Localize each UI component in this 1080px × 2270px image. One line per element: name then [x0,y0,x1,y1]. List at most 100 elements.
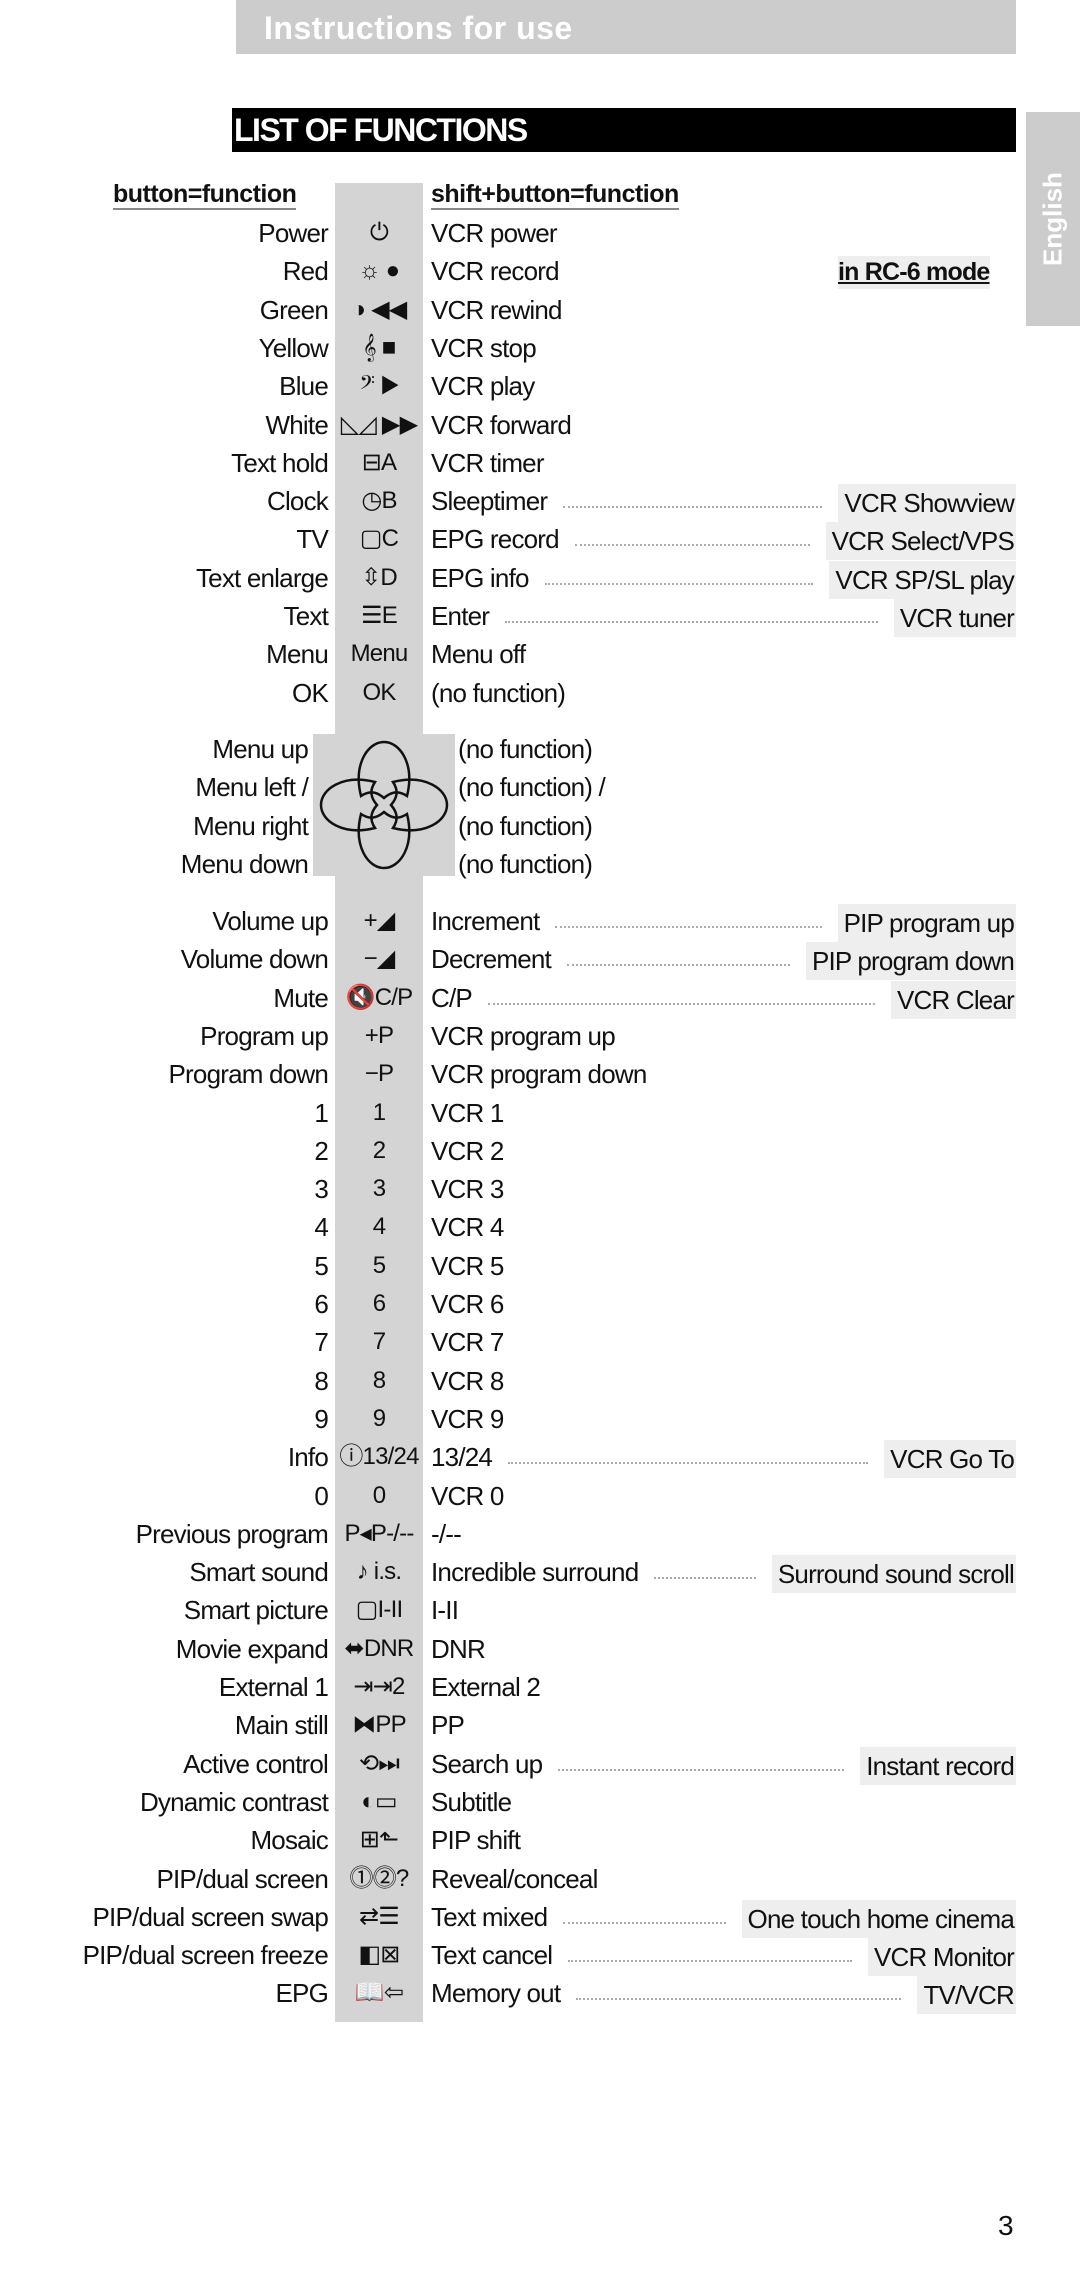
shift-function: VCR program down [431,1059,647,1090]
shift-function: (no function) [458,848,593,879]
colour-rewind-icon: ◑ ◀◀ [351,295,408,323]
shift-function: Search up [431,1748,543,1779]
dotted-leader [568,1960,852,1963]
button-label: 6 [314,1289,328,1319]
shift-function: Memory out [431,1978,561,2009]
pip-freeze-icon: ◧⊠ [358,1941,400,1969]
section-title-bar: LIST OF FUNCTIONS [232,108,1016,152]
ok-icon: OK [362,678,396,706]
digit-0-icon: 0 [372,1481,386,1509]
bass-play-icon: 𝄢 ▶ [359,372,400,400]
function-row: 9 9 VCR 9 [0,1400,1080,1438]
function-row: PIP/dual screen freeze ◧⊠ Text cancel VCR M… [0,1936,1080,1977]
function-row: Smart sound ♪ i.s. Incredible surround Surr… [0,1553,1080,1594]
dotted-leader [488,1002,875,1005]
shift-function: EPG record [431,524,560,555]
dotted-leader [563,1921,726,1924]
function-row: TV ▢C EPG record VCR Select/VPS [0,520,1080,561]
shift-function: C/P [431,982,473,1013]
shift-function: (no function) [431,677,566,708]
dotted-leader [545,582,813,585]
shift-function: (no function) / [458,772,606,803]
shift-function: 13/24 [431,1442,493,1473]
button-label: 0 [314,1480,328,1511]
function-row: Active control ⟲⏭ Search up Instant record [0,1745,1080,1785]
button-label: 2 [314,1135,328,1166]
digit-2-icon: 2 [372,1136,386,1164]
volume-up-icon: +◢ [363,907,396,934]
shift-function: VCR timer [431,447,545,478]
digit-5-icon: 5 [372,1251,386,1279]
page-number: 3 [998,2210,1014,2241]
function-row: External 1 ⇥⇥2 External 2 [0,1668,1080,1706]
mute-icon: 🔇C/P [345,983,414,1011]
rc6-function: VCR tuner [893,599,1016,637]
function-row: Text ☰E Enter VCR tuner [0,597,1080,637]
external-icon: ⇥⇥2 [353,1673,405,1700]
function-row: 4 4 VCR 4 [0,1208,1080,1246]
function-row: Program up +P VCR program up [0,1017,1080,1055]
function-row: Clock ◷B Sleeptimer VCR Showview [0,482,1080,523]
function-row: OK OK (no function) [0,674,1080,712]
main-still-icon: ⧓PP [352,1711,406,1739]
column-header-shift-function: shift+button=function [431,180,679,210]
dotted-leader [508,1462,868,1465]
rc6-function: VCR Go To [884,1440,1016,1479]
function-row: 7 7 VCR 7 [0,1323,1080,1361]
button-label: Smart sound [189,1557,328,1588]
digit-4-icon: 4 [372,1213,386,1241]
button-label: 3 [314,1174,328,1205]
dotted-leader [654,1577,756,1580]
function-row: PIP/dual screen ⓵⓶? Reveal/conceal [0,1860,1080,1898]
rc6-function: VCR Showview [838,484,1016,523]
function-row: Menu down (no function) [0,845,1080,883]
button-label: Power [258,218,328,248]
function-row: Power ⏻ VCR power [0,214,1080,252]
treble-stop-icon: 𝄞 ■ [362,333,397,361]
shift-function: (no function) [458,734,593,764]
shift-function: VCR 0 [431,1480,504,1511]
function-row: Smart picture ▢I-II I-II [0,1591,1080,1629]
shift-function: VCR 8 [431,1365,504,1396]
dotted-leader [505,621,878,623]
digit-7-icon: 7 [372,1328,386,1356]
digit-8-icon: 8 [372,1366,386,1394]
shift-function: Increment [431,906,540,936]
shift-function: VCR power [431,218,558,248]
button-label: TV [296,524,328,555]
button-label: Text hold [231,447,329,478]
text-icon: ☰E [361,602,398,629]
function-row: 8 8 VCR 8 [0,1362,1080,1400]
shift-function: VCR 5 [431,1250,504,1281]
dotted-leader [576,1998,901,2001]
function-row: Volume up +◢ Increment PIP program up [0,902,1080,942]
button-label: PIP/dual screen swap [92,1901,329,1932]
rc6-function: VCR Clear [890,980,1016,1019]
button-label: Menu left / [195,772,308,803]
smart-sound-icon: ♪ i.s. [356,1558,402,1586]
button-label: Green [259,294,329,325]
rc6-function: VCR SP/SL play [829,560,1016,599]
epg-icon: 📖⇦ [354,1979,404,2007]
function-row: Menu right (no function) [0,807,1080,845]
header-bar: Instructions for use [236,0,1016,54]
shift-function: Menu off [431,639,526,670]
shift-function: VCR 7 [431,1327,504,1358]
button-label: Program down [168,1059,329,1090]
button-label: Mosaic [250,1825,328,1856]
button-label: Menu up [212,734,308,764]
function-row: 3 3 VCR 3 [0,1170,1080,1208]
shift-function: DNR [431,1633,486,1664]
mosaic-icon: ⊞⬑ [359,1826,399,1854]
button-label: Blue [279,371,329,402]
balance-forward-icon: ◺◿ ▶▶ [340,410,418,438]
clock-icon: ◷B [361,487,397,515]
button-label: Info [287,1442,329,1473]
rc6-function: VCR Monitor [867,1938,1016,1977]
function-row: 2 2 VCR 2 [0,1132,1080,1170]
button-label: White [265,409,329,440]
dotted-leader [563,506,822,509]
dynamic-contrast-icon: ◐▭ [361,1787,397,1815]
tv-icon: ▢C [359,525,399,553]
shift-function: VCR stop [431,332,537,363]
